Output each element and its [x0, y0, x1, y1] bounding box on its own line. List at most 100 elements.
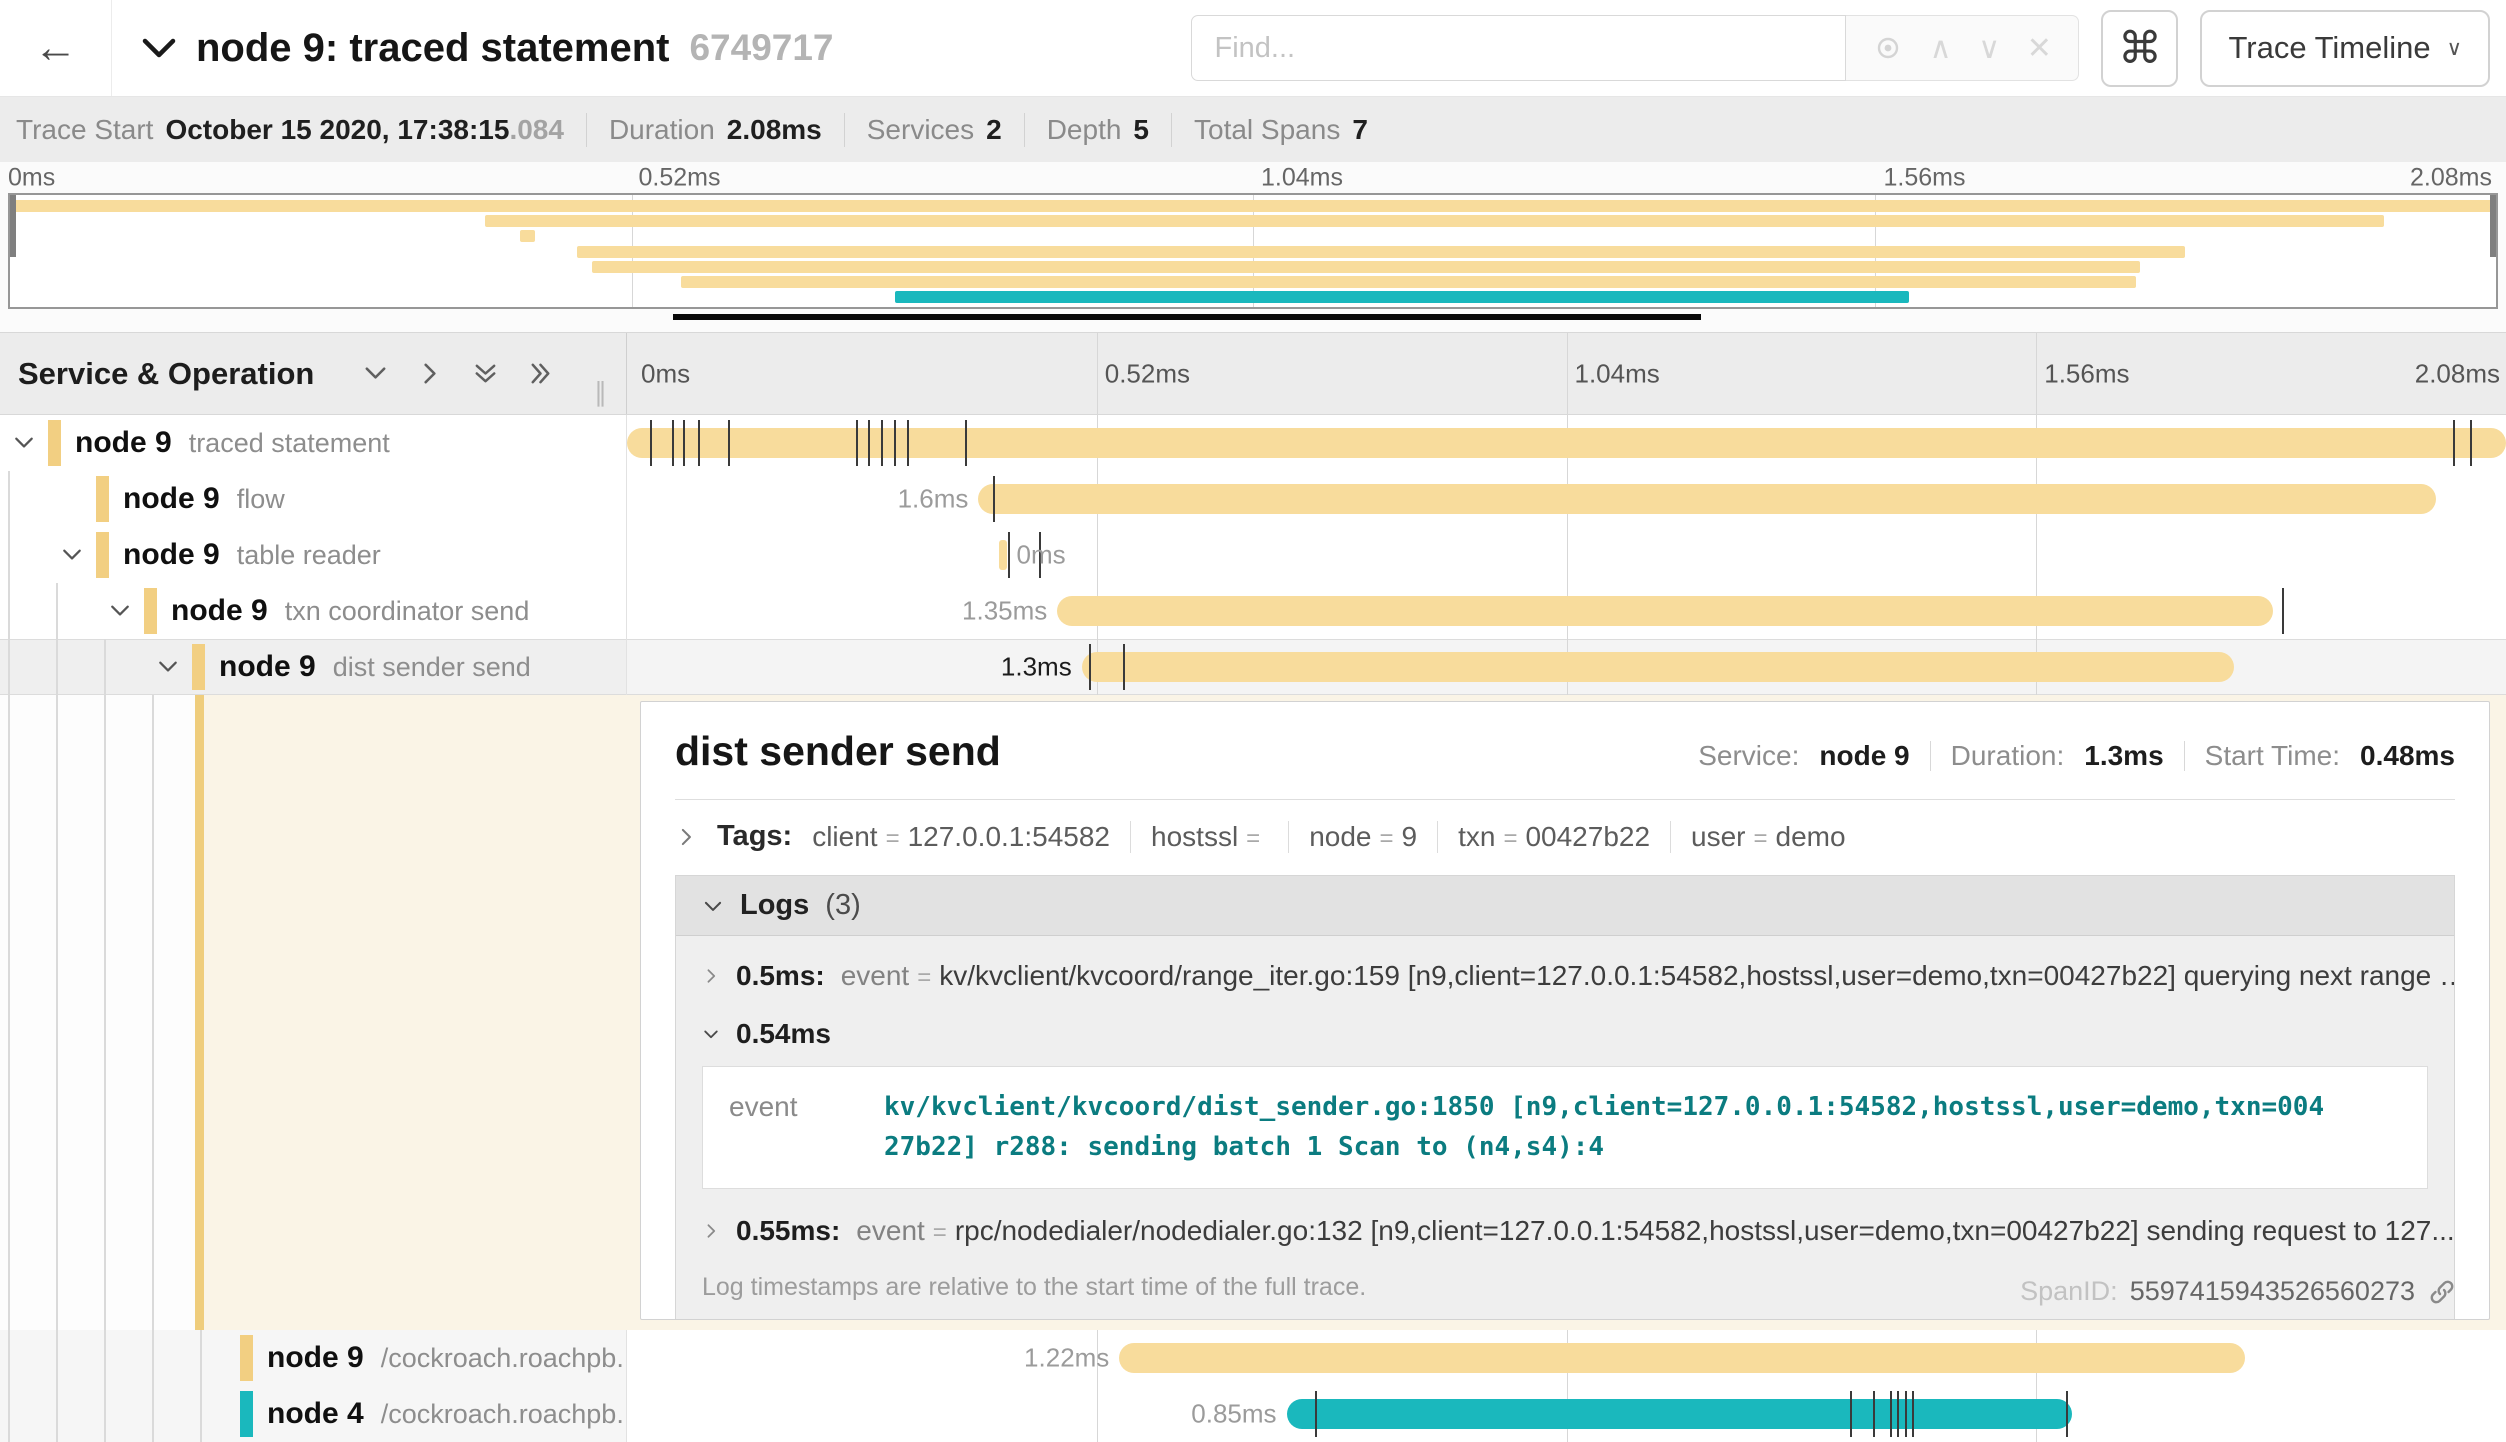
collapse-all-icon[interactable] — [472, 360, 499, 387]
detail-header: dist sender send Service:node 9 Duration… — [675, 728, 2455, 775]
indent-guide — [56, 1386, 58, 1442]
divider — [1130, 821, 1131, 853]
ruler-tick-label: 1.04ms — [1575, 358, 1660, 389]
indent-guide — [152, 1386, 154, 1442]
minimap-viewport[interactable] — [8, 193, 2498, 309]
locate-icon[interactable] — [1873, 33, 1903, 63]
span-row[interactable]: node 9txn coordinator send1.35ms — [0, 583, 2506, 639]
total-spans-value: 7 — [1352, 114, 1368, 146]
expander-chevron-icon[interactable] — [12, 431, 36, 455]
log-tick — [1850, 1391, 1852, 1437]
span-row[interactable]: node 9flow1.6ms — [0, 471, 2506, 527]
column-resize-grip[interactable]: ∥ — [594, 377, 610, 408]
find-result-controls: ∧ ∨ ✕ — [1846, 15, 2079, 81]
trace-id-short: 6749717 — [689, 27, 833, 69]
span-bar[interactable] — [978, 484, 2436, 514]
clear-search-icon[interactable]: ✕ — [2027, 31, 2052, 66]
divider — [1670, 821, 1671, 853]
log-tick — [2470, 420, 2472, 466]
ruler-tick-label: 1.04ms — [1261, 164, 1343, 193]
next-result-icon[interactable]: ∨ — [1978, 31, 2000, 66]
indent-guide — [8, 695, 10, 1330]
indent-guide — [104, 1386, 106, 1442]
span-grid-header: Service & Operation ∥ 0ms0.52ms1.04ms1.5… — [0, 332, 2506, 415]
minimap-drag-handle[interactable] — [10, 195, 16, 257]
prev-result-icon[interactable]: ∧ — [1930, 31, 1952, 66]
logs-header[interactable]: Logs (3) — [676, 876, 2454, 936]
find-input[interactable] — [1191, 15, 1846, 81]
expand-one-icon[interactable] — [417, 360, 444, 387]
span-detail-row: dist sender send Service:node 9 Duration… — [0, 695, 2506, 1330]
span-row[interactable]: node 9traced statement — [0, 415, 2506, 471]
logs-count: (3) — [825, 889, 860, 922]
keyboard-shortcuts-button[interactable]: ⌘ — [2101, 10, 2178, 87]
service-color-block — [96, 532, 109, 578]
duration-label: 0ms — [1017, 540, 1066, 571]
gridline — [1097, 333, 1098, 414]
collapse-one-icon[interactable] — [362, 360, 389, 387]
log-tick — [672, 420, 674, 466]
log-tick — [907, 420, 909, 466]
trace-title-wrap: node 9: traced statement 6749717 — [142, 26, 834, 71]
expander-chevron-icon[interactable] — [60, 543, 84, 567]
log-field: event — [841, 960, 910, 992]
span-bar[interactable] — [1057, 596, 2273, 626]
service-value: node 9 — [1819, 740, 1909, 772]
minimap-drag-handle[interactable] — [2490, 195, 2496, 257]
span-row[interactable]: node 4/cockroach.roachpb.I...0.85ms — [0, 1386, 2506, 1442]
span-bar[interactable] — [1119, 1343, 2245, 1373]
operation-name: /cockroach.roachpb.I... — [381, 1399, 627, 1430]
expand-all-icon[interactable] — [527, 360, 554, 387]
ruler-tick-label: 2.08ms — [2415, 358, 2500, 389]
log-tick — [683, 420, 685, 466]
ruler-tick-label: 1.56ms — [1884, 164, 1966, 193]
start-time-value: 0.48ms — [2360, 740, 2455, 772]
find-group: ∧ ∨ ✕ — [1191, 15, 2079, 81]
service-name: node 9 — [123, 482, 220, 516]
indent-guide — [104, 695, 106, 1330]
total-spans-label: Total Spans — [1194, 114, 1340, 146]
span-row[interactable]: node 9table reader0ms — [0, 527, 2506, 583]
log-entry[interactable]: 0.5ms: event = kv/kvclient/kvcoord/range… — [676, 960, 2454, 992]
log-tick — [2453, 420, 2455, 466]
log-tick — [728, 420, 730, 466]
log-detail-box: event kv/kvclient/kvcoord/dist_sender.go… — [702, 1066, 2428, 1189]
view-selector-button[interactable]: Trace Timeline ∨ — [2200, 10, 2490, 87]
logs-label: Logs — [740, 889, 809, 922]
ruler-tick-label: 2.08ms — [2410, 164, 2492, 193]
chevron-down-icon — [702, 1025, 720, 1043]
log-entry-header[interactable]: 0.54ms — [702, 1018, 2428, 1050]
log-tick — [1912, 1391, 1914, 1437]
minimap-span-bar — [10, 200, 2496, 212]
ruler-tick-label: 0.52ms — [639, 164, 721, 193]
chevron-down-icon — [702, 895, 724, 917]
minimap-scrubber[interactable] — [673, 314, 1701, 320]
command-icon: ⌘ — [2118, 23, 2162, 74]
indent-guide — [104, 1330, 106, 1386]
indent-guide — [8, 1386, 10, 1442]
expander-chevron-icon[interactable] — [108, 599, 132, 623]
tags-row[interactable]: Tags: client=127.0.0.1:54582 hostssl= no… — [675, 820, 2455, 853]
span-bar[interactable] — [1287, 1399, 2072, 1429]
span-detail-panel: dist sender send Service:node 9 Duration… — [640, 701, 2490, 1320]
operation-name: traced statement — [189, 428, 390, 459]
trace-start-label: Trace Start — [16, 114, 153, 146]
span-row[interactable]: node 9/cockroach.roachpb.I...1.22ms — [0, 1330, 2506, 1386]
service-name: node 9 — [123, 538, 220, 572]
back-button[interactable]: ← — [0, 0, 112, 96]
log-tick — [698, 420, 700, 466]
indent-guide — [56, 639, 58, 695]
log-timestamp: 0.5ms: — [736, 960, 825, 992]
span-bar[interactable] — [999, 540, 1007, 570]
log-entry[interactable]: 0.55ms: event = rpc/nodedialer/nodediale… — [676, 1215, 2454, 1247]
link-icon[interactable] — [2427, 1277, 2457, 1307]
log-tick — [1873, 1391, 1875, 1437]
topbar-actions: ∧ ∨ ✕ ⌘ Trace Timeline ∨ — [1191, 10, 2490, 87]
collapse-title-chevron-icon[interactable] — [142, 36, 176, 60]
expander-chevron-icon[interactable] — [156, 655, 180, 679]
service-color-block — [192, 644, 205, 690]
depth-value: 5 — [1133, 114, 1149, 146]
span-bar[interactable] — [1082, 652, 2234, 682]
minimap-span-bar — [592, 261, 2141, 273]
span-row[interactable]: node 9dist sender send1.3ms — [0, 639, 2506, 695]
